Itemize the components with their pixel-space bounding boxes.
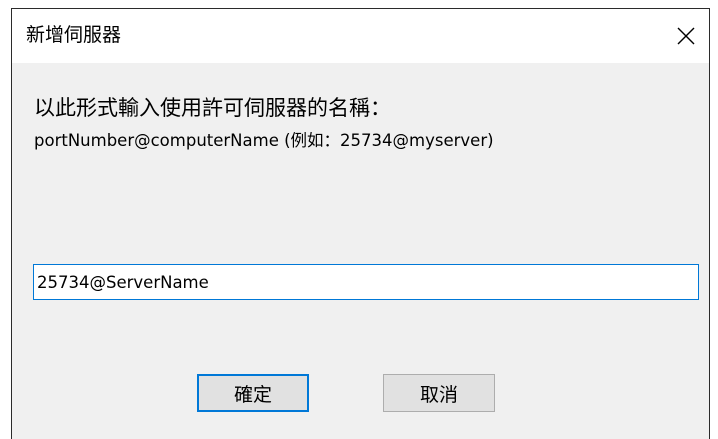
cancel-button[interactable]: 取消 <box>383 374 495 412</box>
server-name-input[interactable] <box>33 264 699 300</box>
dialog-title: 新增伺服器 <box>26 24 122 46</box>
close-icon <box>677 27 695 45</box>
close-button[interactable] <box>663 9 709 63</box>
add-server-dialog: 新增伺服器 以此形式輸入使用許可伺服器的名稱： portNumber@compu… <box>11 8 710 439</box>
ok-button[interactable]: 確定 <box>197 374 309 412</box>
title-bar: 新增伺服器 <box>12 9 709 63</box>
instruction-label: 以此形式輸入使用許可伺服器的名稱： <box>34 96 391 120</box>
format-example-label: portNumber@computerName (例如：25734@myserv… <box>34 131 494 150</box>
